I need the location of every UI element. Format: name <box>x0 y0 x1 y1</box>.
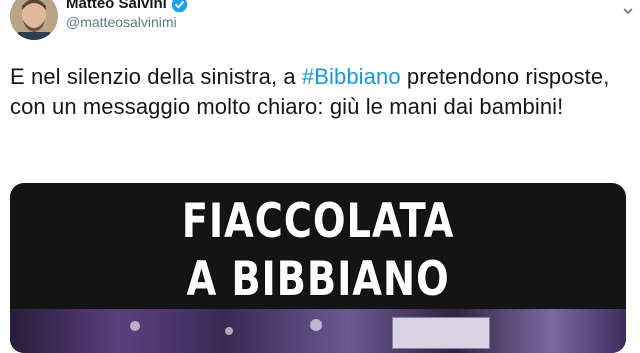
media-photo <box>10 309 626 353</box>
author-name[interactable]: Matteo Salvini <box>66 0 167 13</box>
crowd-light <box>310 319 322 331</box>
media-headline-line1: FIACCOLATA <box>181 194 455 249</box>
avatar[interactable] <box>10 0 58 40</box>
media-headline: FIACCOLATA A BIBBIANO <box>65 193 570 309</box>
tweet-media[interactable]: FIACCOLATA A BIBBIANO <box>10 183 626 353</box>
avatar-image <box>10 0 58 40</box>
verified-badge-icon <box>171 0 188 13</box>
crowd-light <box>225 327 233 335</box>
author-handle[interactable]: @matteosalvinimi <box>66 14 177 31</box>
tweet-text: E nel silenzio della sinistra, a #Bibbia… <box>10 62 630 122</box>
author-name-row[interactable]: Matteo Salvini <box>66 0 188 13</box>
hashtag-link[interactable]: #Bibbiano <box>302 64 401 89</box>
media-headline-line2: A BIBBIANO <box>186 252 450 307</box>
chevron-down-icon[interactable] <box>622 4 634 16</box>
protest-sign <box>392 317 490 349</box>
tweet-text-start: E nel silenzio della sinistra, a <box>10 64 302 89</box>
crowd-light <box>130 321 140 331</box>
